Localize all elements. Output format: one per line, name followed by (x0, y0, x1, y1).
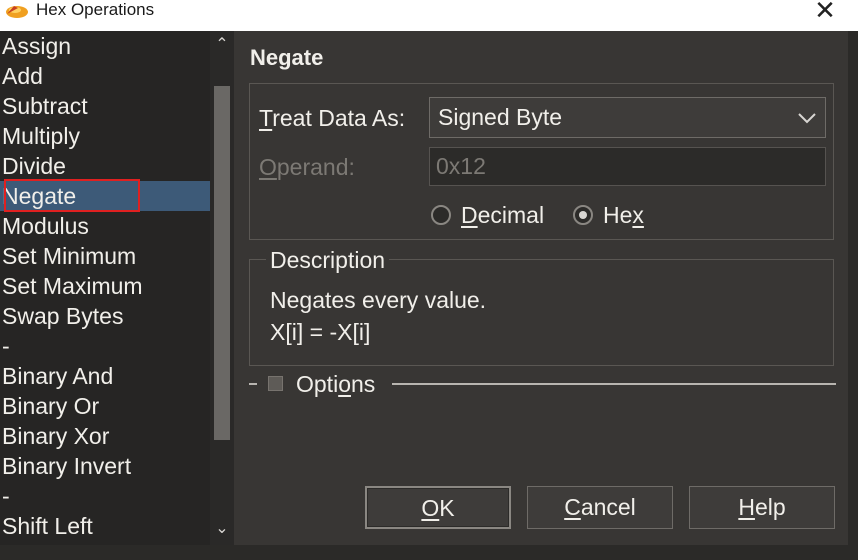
operation-item[interactable]: Assign (0, 31, 210, 61)
options-collapse-icon[interactable] (268, 376, 283, 391)
operation-item[interactable]: Binary Invert (0, 451, 210, 481)
hex-radio-label[interactable]: Hex (603, 201, 644, 229)
ok-button[interactable]: OK (365, 486, 511, 529)
list-separator[interactable]: - (0, 481, 210, 511)
window-title: Hex Operations (36, 0, 155, 19)
operation-item[interactable]: Binary Or (0, 391, 210, 421)
operation-item[interactable]: Divide (0, 151, 210, 181)
background-window-edge (848, 31, 858, 560)
operation-item[interactable]: Set Maximum (0, 271, 210, 301)
title-bar[interactable]: Hex Operations ✕ (0, 0, 858, 31)
hex-radio[interactable] (573, 205, 593, 225)
description-line-2: X[i] = -X[i] (270, 319, 371, 345)
app-icon (6, 6, 28, 18)
description-legend: Description (266, 246, 390, 274)
operations-scrollbar[interactable]: ⌃ ⌄ (210, 31, 234, 545)
operation-item[interactable]: Set Minimum (0, 241, 210, 271)
operation-heading: Negate (250, 45, 324, 70)
scroll-up-arrow-icon[interactable]: ⌃ (214, 37, 230, 53)
operation-item[interactable]: Shift Left (0, 511, 210, 541)
decimal-radio-label[interactable]: Decimal (461, 201, 544, 229)
help-button[interactable]: Help (689, 486, 835, 529)
decimal-radio[interactable] (431, 205, 451, 225)
operand-field[interactable]: 0x12 (429, 147, 826, 186)
operation-item[interactable]: Binary Xor (0, 421, 210, 451)
operation-item[interactable]: Subtract (0, 91, 210, 121)
close-button[interactable]: ✕ (808, 0, 842, 25)
background-window-edge-bottom (0, 545, 858, 560)
options-divider-left (249, 383, 257, 385)
operand-label: Operand: (259, 154, 355, 180)
operation-item[interactable]: Swap Bytes (0, 301, 210, 331)
operation-item[interactable]: Multiply (0, 121, 210, 151)
highlight-box (4, 179, 140, 212)
cancel-button[interactable]: Cancel (527, 486, 673, 529)
options-divider (392, 383, 836, 385)
operations-list[interactable]: Assign Add Subtract Multiply Divide Negate Mod… (0, 31, 210, 545)
chevron-down-icon (798, 113, 816, 124)
options-label[interactable]: Options (296, 370, 375, 398)
treat-data-as-value: Signed Byte (438, 104, 563, 130)
scroll-thumb[interactable] (214, 86, 230, 440)
operation-item[interactable]: Binary And (0, 361, 210, 391)
treat-data-as-label: Treat Data As: (259, 105, 406, 131)
treat-data-as-dropdown[interactable]: Signed Byte (429, 97, 826, 138)
operation-item[interactable]: Add (0, 61, 210, 91)
description-line-1: Negates every value. (270, 287, 487, 313)
list-separator[interactable]: - (0, 331, 210, 361)
operation-item[interactable]: Modulus (0, 211, 210, 241)
scroll-down-arrow-icon[interactable]: ⌄ (214, 521, 230, 537)
